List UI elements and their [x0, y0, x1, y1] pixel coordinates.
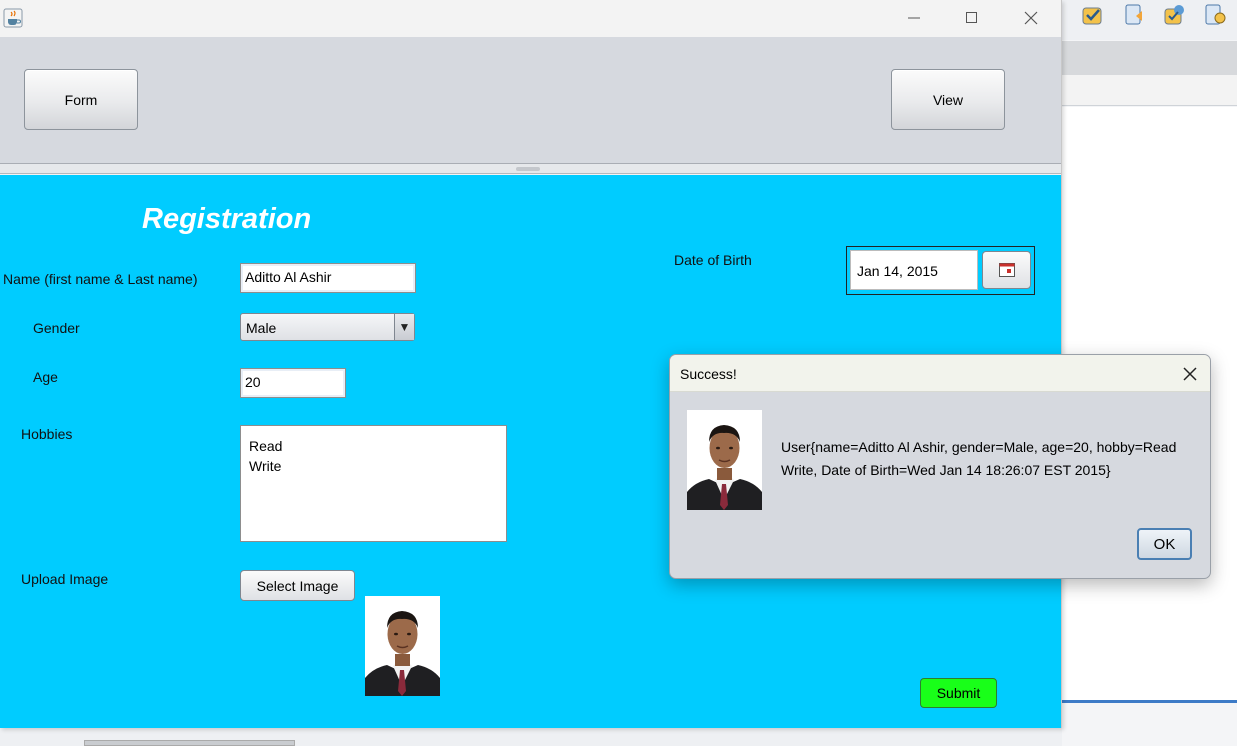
- build-icon[interactable]: [1080, 2, 1106, 28]
- ok-button[interactable]: OK: [1137, 528, 1192, 560]
- maximize-button[interactable]: [952, 4, 992, 32]
- hobby-line: Read: [249, 438, 283, 454]
- title-bar: [0, 0, 1061, 37]
- close-button[interactable]: [1011, 4, 1051, 32]
- name-field[interactable]: Aditto Al Ashir: [240, 263, 416, 293]
- chevron-down-icon[interactable]: ▼: [394, 314, 414, 340]
- hobby-line: Write: [249, 458, 282, 474]
- gender-selected-value: Male: [246, 320, 277, 336]
- age-field[interactable]: 20: [240, 368, 346, 398]
- ide-tab-band: [1062, 41, 1237, 75]
- person-photo-icon: [687, 410, 762, 510]
- age-label: Age: [33, 369, 58, 385]
- dob-label: Date of Birth: [674, 252, 752, 268]
- gender-label: Gender: [33, 320, 80, 336]
- run-icon[interactable]: [1162, 2, 1188, 28]
- upload-image-label: Upload Image: [21, 571, 109, 587]
- date-chooser: Jan 14, 2015: [846, 246, 1035, 295]
- page-title: Registration: [142, 203, 312, 235]
- maximize-icon: [966, 12, 977, 23]
- hobbies-textarea[interactable]: Read Write: [240, 425, 507, 542]
- success-dialog: Success! User{name=Aditto Al Ashir, gend…: [669, 354, 1211, 579]
- split-pane-divider[interactable]: [0, 164, 1061, 174]
- dialog-title: Success!: [680, 366, 737, 382]
- navigation-panel: Form View: [0, 37, 1061, 164]
- select-image-button[interactable]: Select Image: [240, 570, 355, 601]
- name-label: Name (first name & Last name): [3, 271, 198, 287]
- open-project-icon[interactable]: [1122, 2, 1148, 28]
- calendar-icon: [998, 263, 1015, 277]
- ide-toolbar: [1062, 0, 1237, 40]
- debug-icon[interactable]: [1202, 2, 1228, 28]
- ide-editor-header: [1062, 75, 1237, 106]
- person-photo-icon: [365, 596, 440, 696]
- ide-divider: [1062, 700, 1237, 703]
- splitter-grip-icon[interactable]: [516, 167, 540, 171]
- minimize-button[interactable]: [894, 4, 934, 32]
- profile-photo: [365, 596, 440, 696]
- dialog-title-bar: Success!: [670, 355, 1210, 392]
- dialog-message: User{name=Aditto Al Ashir, gender=Male, …: [781, 439, 1177, 478]
- form-button[interactable]: Form: [24, 69, 138, 130]
- dialog-user-photo: [687, 410, 762, 510]
- submit-button[interactable]: Submit: [920, 678, 997, 708]
- dob-field[interactable]: Jan 14, 2015: [850, 250, 978, 290]
- minimize-icon: [908, 17, 920, 19]
- gender-select[interactable]: Male ▼: [240, 313, 415, 341]
- java-cup-icon: [3, 8, 23, 28]
- dialog-close-button[interactable]: [1175, 361, 1205, 387]
- view-button[interactable]: View: [891, 69, 1005, 130]
- calendar-button[interactable]: [982, 251, 1031, 289]
- close-icon: [1183, 367, 1197, 381]
- close-icon: [1024, 11, 1038, 25]
- taskbar-strip: [84, 740, 295, 746]
- hobbies-label: Hobbies: [21, 426, 73, 442]
